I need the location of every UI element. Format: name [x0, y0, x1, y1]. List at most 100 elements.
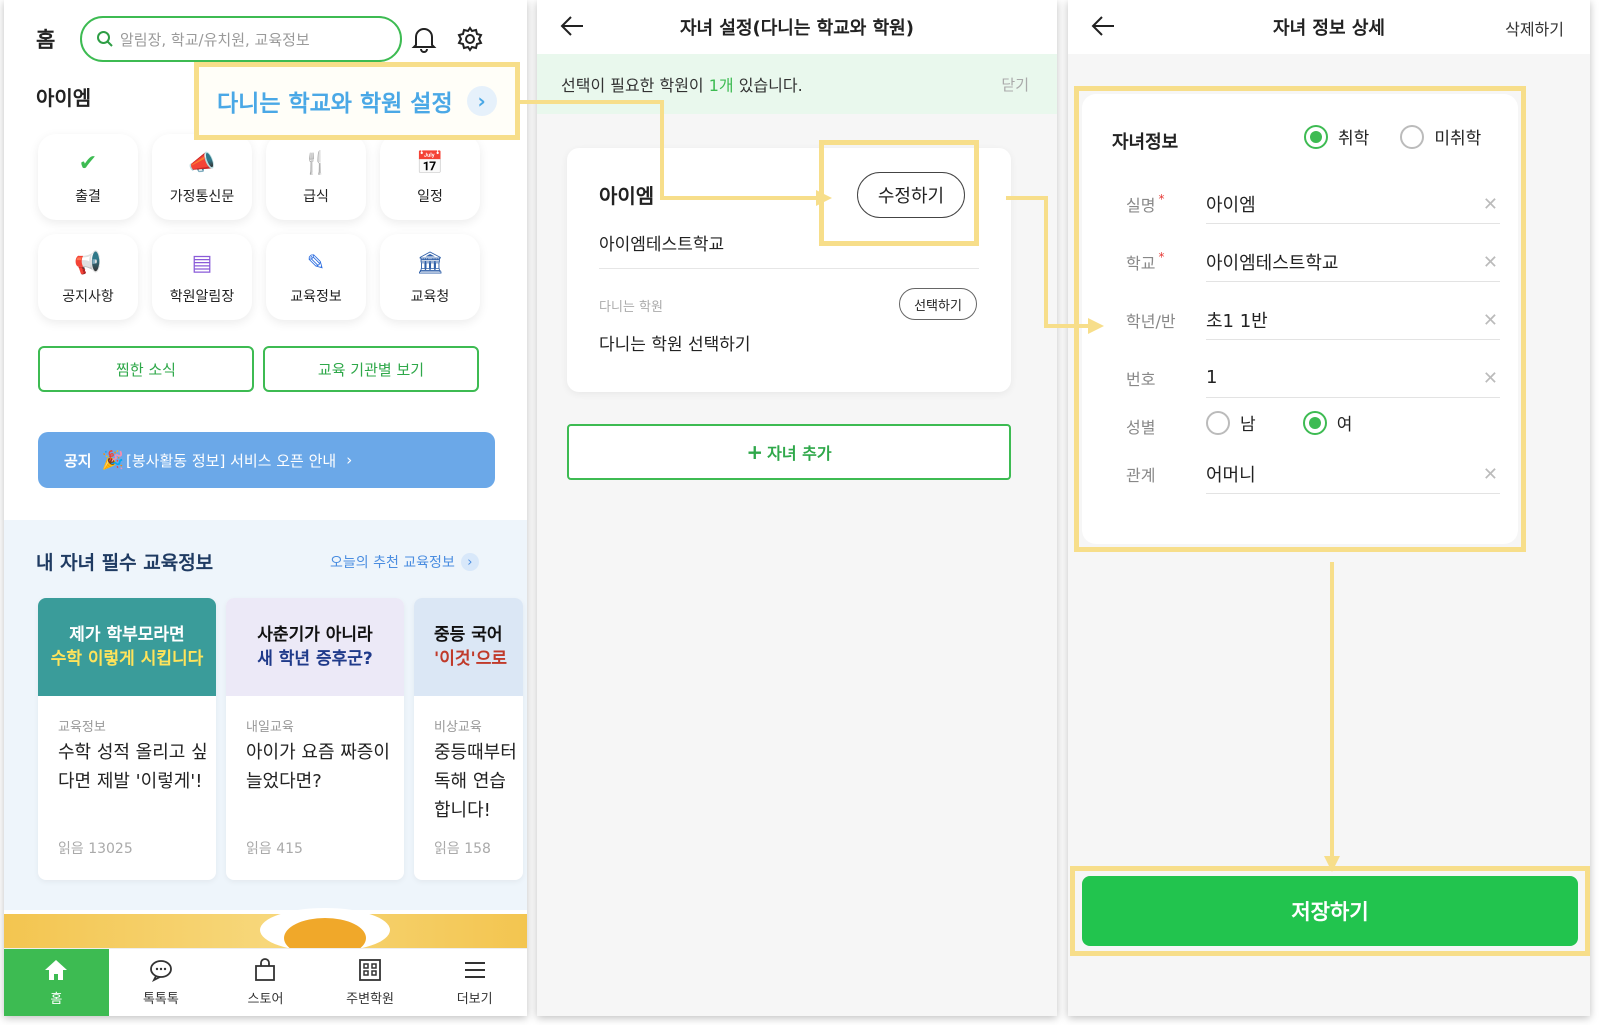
save-button[interactable]: 저장하기	[1082, 876, 1578, 946]
quick-menu-pencil[interactable]: ✎ 교육정보	[266, 234, 366, 320]
tab-label: 주변학원	[346, 992, 394, 1007]
academy-alert: 선택이 필요한 학원이 1개 있습니다. 닫기	[537, 54, 1057, 114]
quick-menu-megaphone[interactable]: 📣 가정통신문	[152, 134, 252, 220]
recommend-link-label: 오늘의 추천 교육정보	[330, 555, 455, 571]
notice-tag: 공지	[64, 451, 92, 470]
child-detail-screen: 자녀 정보 상세 삭제하기 자녀정보 취학 미취학 실명 * 아이엠 ✕ 학교 * 아이엠테…	[1068, 0, 1590, 1016]
notice-banner[interactable]: 공지 🎉 [봉사활동 정보] 서비스 오픈 안내 ›	[38, 432, 495, 488]
gear-icon[interactable]	[454, 22, 486, 56]
card-read-count: 읽음 158	[434, 841, 491, 857]
quick-menu-label: 출결	[75, 189, 101, 205]
quick-menu-label: 학원알림장	[169, 289, 235, 305]
grid-building-icon	[359, 959, 381, 981]
quick-menu-label: 교육정보	[290, 289, 342, 305]
alert-count: 1개	[708, 76, 734, 95]
edu-card[interactable]: 사춘기가 아니라 새 학년 증후군? 내일교육 아이가 요즘 짜증이 늘었다면? 읽음 …	[226, 598, 404, 880]
edu-card[interactable]: 제가 학부모라면수학 이렇게 시킵니다교육정보수학 성적 올리고 싶다면 제발 …	[38, 598, 216, 880]
add-child-button[interactable]: + 자녀 추가	[567, 424, 1011, 480]
quick-menu-building[interactable]: 🏛 교육청	[380, 234, 480, 320]
card-title: 중등때부터 독해 연습합니다!	[434, 742, 517, 821]
alert-prefix: 선택이 필요한 학원이	[561, 76, 709, 95]
card-category: 내일교육	[246, 720, 294, 735]
recommend-link[interactable]: 오늘의 추천 교육정보 ›	[330, 552, 479, 572]
edu-card[interactable]: 중등 국어 '이것'으로비상교육중등때부터 독해 연습합니다! 읽음 158	[414, 598, 523, 880]
tab-store[interactable]: 스토어	[213, 949, 318, 1016]
tab-home[interactable]: 홈	[4, 949, 109, 1016]
thumb-line1: 중등 국어	[434, 625, 503, 645]
quick-menu-label: 공지사항	[62, 289, 114, 305]
chat-icon	[149, 960, 172, 982]
bell-icon[interactable]	[408, 22, 440, 56]
back-arrow-icon[interactable]	[1090, 14, 1116, 38]
alert-suffix: 있습니다.	[733, 76, 803, 95]
card-read-count: 읽음 13025	[58, 841, 133, 857]
home-title: 홈	[36, 28, 56, 52]
tab-label: 홈	[50, 992, 63, 1007]
page-title: 자녀 정보 상세	[1273, 18, 1385, 39]
quick-menu-calendar[interactable]: 📅 일정	[380, 134, 480, 220]
saved-news-button[interactable]: 찜한 소식	[38, 346, 254, 392]
tab-nearby-academy[interactable]: 주변학원	[318, 949, 423, 1016]
plus-icon: +	[746, 440, 764, 464]
card-category: 교육정보	[58, 720, 106, 735]
card-thumbnail: 중등 국어 '이것'으로	[414, 598, 523, 696]
home-icon	[45, 960, 68, 980]
school-setting-callout[interactable]: 다니는 학교와 학원 설정 ›	[194, 62, 520, 140]
chevron-right-icon: ›	[466, 86, 497, 116]
header: 자녀 설정(다니는 학교와 학원)	[537, 0, 1057, 54]
child-name: 아이엠	[599, 184, 655, 208]
attendance-icon: ✔	[78, 150, 98, 176]
quick-menu-label: 급식	[303, 189, 329, 205]
megaphone-icon: 📣	[188, 150, 216, 176]
tab-more[interactable]: 더보기	[422, 949, 527, 1016]
menu-icon	[464, 962, 485, 978]
bottom-tab-bar: 홈 톡톡톡 스토어 주변학원 더보기	[4, 948, 527, 1016]
tab-talk[interactable]: 톡톡톡	[109, 949, 214, 1016]
quick-menu-label: 교육청	[410, 289, 450, 305]
section-title: 내 자녀 필수 교육정보	[36, 552, 214, 574]
card-title: 수학 성적 올리고 싶다면 제발 '이렇게'!	[58, 742, 208, 792]
card-thumbnail: 제가 학부모라면수학 이렇게 시킵니다	[38, 598, 216, 696]
academy-label: 다니는 학원	[599, 300, 663, 315]
quick-menu-attendance[interactable]: ✔ 출결	[38, 134, 138, 220]
tab-label: 스토어	[247, 992, 284, 1007]
notice-text: [봉사활동 정보] 서비스 오픈 안내	[126, 451, 337, 470]
thumb-line2: 수학 이렇게 시킵니다	[50, 649, 204, 669]
academy-placeholder: 다니는 학원 선택하기	[599, 335, 751, 355]
card-thumbnail: 사춘기가 아니라새 학년 증후군?	[226, 598, 404, 696]
school-name: 아이엠테스트학교	[599, 235, 725, 255]
header: 자녀 정보 상세 삭제하기	[1068, 0, 1590, 54]
notice-icon: 📢	[74, 250, 102, 276]
callout-label: 다니는 학교와 학원 설정	[217, 91, 453, 117]
thumb-line1: 사춘기가 아니라	[257, 625, 373, 645]
academy-note-icon: ▤	[191, 250, 213, 276]
quick-menu-label: 일정	[417, 189, 443, 205]
search-placeholder: 알림장, 학교/유치원, 교육정보	[120, 30, 310, 49]
promo-banner[interactable]	[4, 908, 527, 958]
thumb-line2: 새 학년 증후군?	[257, 649, 373, 669]
quick-menu-academy-note[interactable]: ▤ 학원알림장	[152, 234, 252, 320]
quick-menu-meal[interactable]: 🍴 급식	[266, 134, 366, 220]
child-setting-screen: 자녀 설정(다니는 학교와 학원) 선택이 필요한 학원이 1개 있습니다. 닫…	[537, 0, 1057, 1016]
meal-icon: 🍴	[302, 150, 330, 176]
search-icon	[97, 31, 113, 47]
by-institution-button[interactable]: 교육 기관별 보기	[263, 346, 479, 392]
page-title: 자녀 설정(다니는 학교와 학원)	[680, 18, 914, 39]
delete-button[interactable]: 삭제하기	[1505, 16, 1564, 40]
divider	[599, 268, 979, 269]
building-icon: 🏛	[416, 250, 444, 276]
quick-menu-notice[interactable]: 📢 공지사항	[38, 234, 138, 320]
alert-close-button[interactable]: 닫기	[1001, 74, 1029, 95]
back-arrow-icon[interactable]	[559, 14, 585, 38]
edit-highlight	[819, 140, 979, 246]
tab-label: 톡톡톡	[142, 992, 179, 1007]
thumb-line1: 제가 학부모라면	[69, 625, 185, 645]
search-input[interactable]: 알림장, 학교/유치원, 교육정보	[80, 16, 402, 62]
card-category: 비상교육	[434, 720, 482, 735]
select-academy-button[interactable]: 선택하기	[899, 288, 977, 320]
home-screen: 홈 알림장, 학교/유치원, 교육정보 아이엠 ✔ 출결 📣 가정통신문 🍴 급식 📅 일정 📢…	[4, 0, 527, 1016]
add-child-label: 자녀 추가	[767, 444, 832, 463]
card-read-count: 읽음 415	[246, 841, 303, 857]
chevron-right-icon: ›	[460, 553, 479, 571]
pencil-icon: ✎	[306, 250, 326, 276]
